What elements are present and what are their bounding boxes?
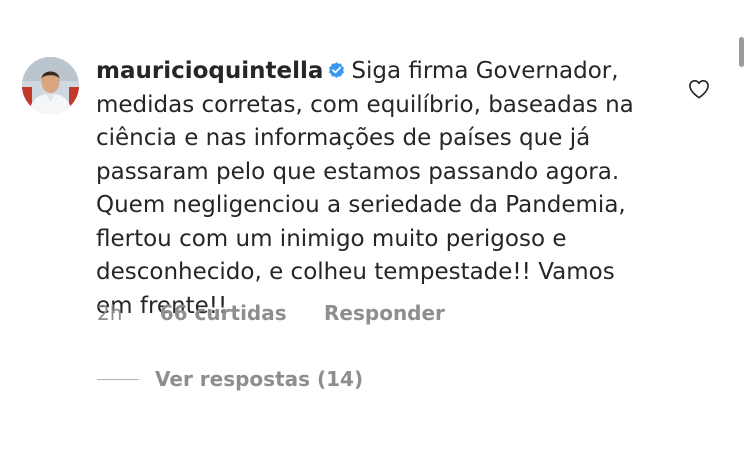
avatar-photo bbox=[22, 57, 79, 114]
comment-item: mauricioquintella Siga firma Governador, … bbox=[0, 0, 750, 470]
comment-timestamp: 2h bbox=[97, 301, 123, 325]
comment-line-3: ciência e nas informações de países que … bbox=[96, 125, 591, 151]
comment-line-2: medidas corretas, com equilíbrio, basead… bbox=[96, 91, 634, 118]
view-replies-button[interactable]: Ver respostas (14) bbox=[97, 367, 363, 391]
comment-line-5: Quem negligenciou a seriedade da Pandemi… bbox=[96, 192, 626, 218]
verified-badge-icon bbox=[327, 57, 346, 78]
comment-line-1: mauricioquintella Siga firma Governador, bbox=[96, 55, 656, 89]
avatar[interactable] bbox=[22, 57, 79, 114]
likes-count-button[interactable]: 66 curtidas bbox=[160, 301, 287, 325]
comment-text-segment: Siga firma Governador, bbox=[351, 58, 619, 84]
view-replies-label: Ver respostas (14) bbox=[155, 367, 364, 391]
comment-body: mauricioquintella Siga firma Governador, … bbox=[96, 55, 656, 323]
heart-outline-icon[interactable] bbox=[688, 79, 710, 99]
username-link[interactable]: mauricioquintella bbox=[96, 58, 323, 84]
scrollbar-thumb[interactable] bbox=[739, 37, 744, 67]
comment-meta: 2h 66 curtidas Responder bbox=[97, 301, 445, 325]
comment-line-7: desconhecido, e colheu tempestade!! Vamo… bbox=[96, 259, 615, 285]
replies-divider bbox=[97, 378, 139, 380]
comment-line-6: flertou com um inimigo muito perigoso e bbox=[96, 225, 567, 252]
reply-button[interactable]: Responder bbox=[324, 301, 445, 325]
comment-line-4: passaram pelo que estamos passando agora… bbox=[96, 158, 620, 185]
